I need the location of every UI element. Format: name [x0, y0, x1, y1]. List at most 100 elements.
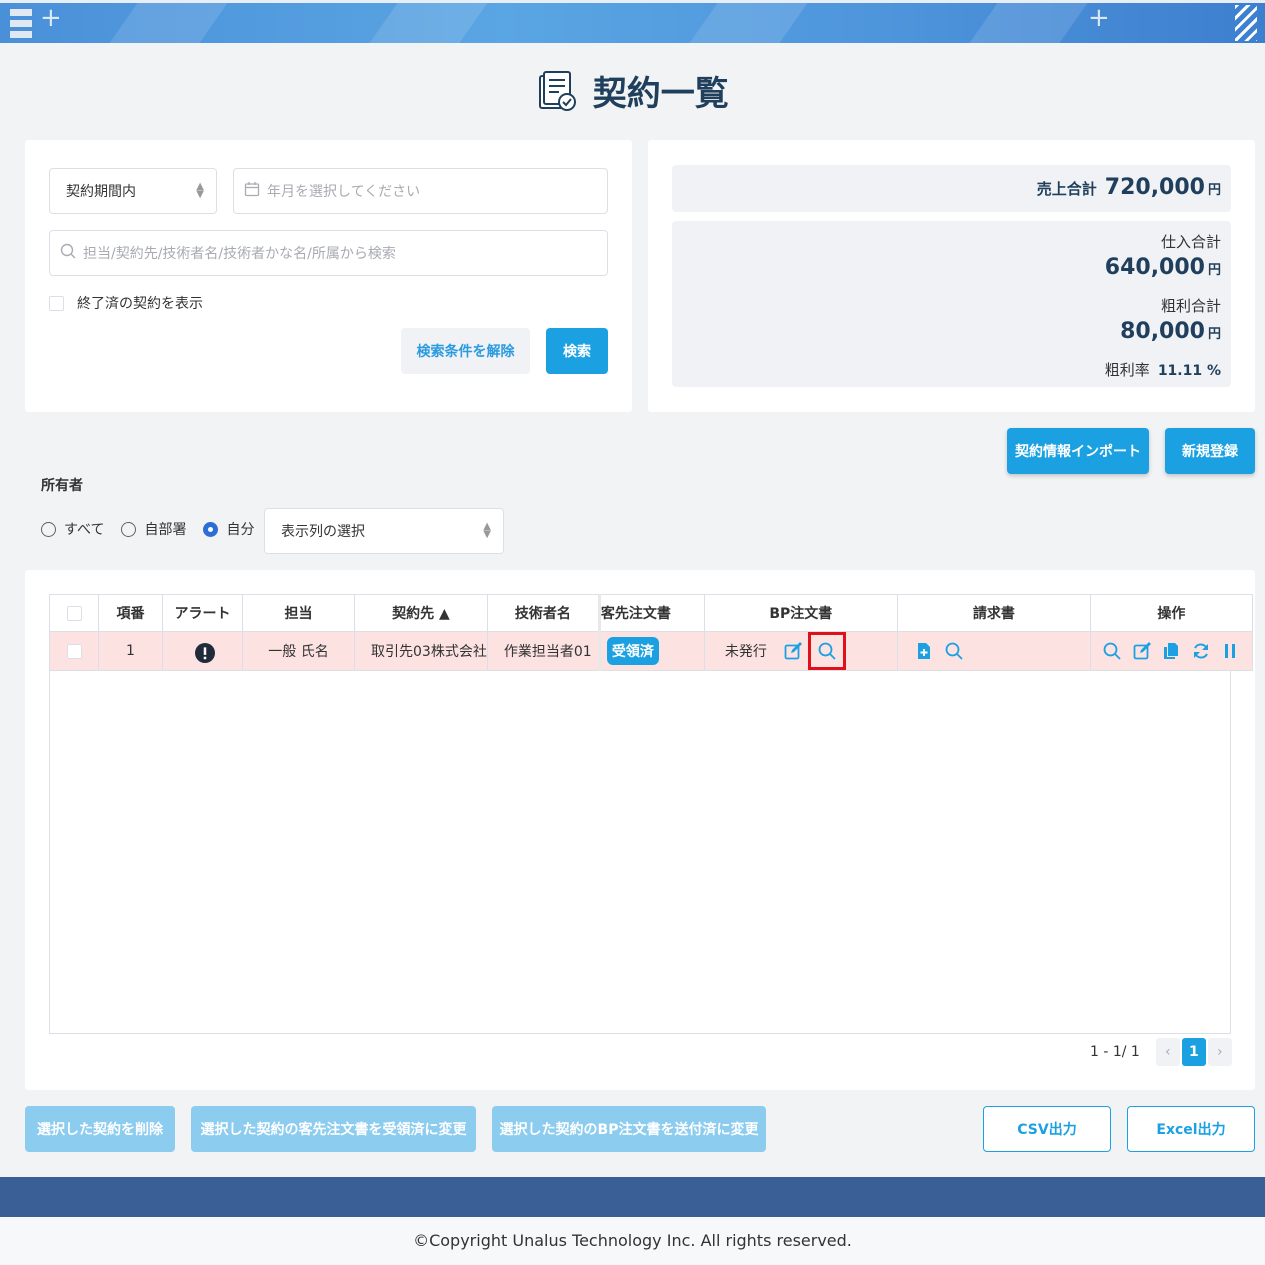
mark-received-button[interactable]: 選択した契約の客先注文書を受領済に変更	[191, 1106, 476, 1152]
col-header-owner[interactable]: 担当	[242, 594, 355, 632]
purchase-value: 640,000	[1104, 255, 1205, 280]
owner-label: 所有者	[41, 478, 83, 494]
sales-value: 720,000	[1104, 175, 1205, 200]
select-all-cell	[49, 594, 99, 632]
owner-option-label: 自分	[226, 522, 255, 538]
col-header-client[interactable]: 契約先 ▲	[354, 594, 488, 632]
col-header-operations: 操作	[1089, 594, 1253, 632]
pagination: 1 - 1/ 1 ‹ 1 ›	[1090, 1038, 1232, 1066]
delete-selected-button[interactable]: 選択した契約を削除	[25, 1106, 175, 1152]
search-icon[interactable]	[944, 641, 964, 661]
import-contracts-button[interactable]: 契約情報インポート	[1007, 428, 1149, 474]
chevron-updown-icon: ▲ ▼	[196, 181, 204, 200]
decor-hatch	[1235, 5, 1257, 41]
col-header-alert[interactable]: アラート	[162, 594, 243, 632]
month-placeholder: 年月を選択してください	[267, 184, 421, 200]
sales-unit: 円	[1207, 183, 1221, 198]
columns-select[interactable]: 表示列の選択 ▲ ▼	[264, 508, 504, 554]
owner-radio-department[interactable]: 自部署	[121, 519, 186, 539]
page-title: 契約一覧	[592, 74, 729, 114]
row-owner: 一般 氏名	[242, 631, 355, 671]
csv-export-button[interactable]: CSV出力	[983, 1106, 1111, 1152]
sales-label: 売上合計	[1036, 180, 1097, 198]
excel-export-button[interactable]: Excel出力	[1127, 1106, 1255, 1152]
table-header-row: 項番 アラート 担当 契約先 ▲ 技術者名 客先注文書 BP注文書 請求書 操作	[49, 594, 1253, 632]
page-1-button[interactable]: 1	[1181, 1038, 1206, 1066]
menu-icon[interactable]	[10, 9, 32, 39]
add-document-icon[interactable]	[914, 641, 934, 661]
col-header-bp-order[interactable]: BP注文書	[703, 594, 898, 632]
search-icon[interactable]	[817, 641, 837, 661]
pagination-range: 1 - 1/ 1	[1090, 1044, 1140, 1060]
row-select-cell	[49, 631, 99, 671]
copyright-footer: ©Copyright Unalus Technology Inc. All ri…	[0, 1217, 1265, 1265]
owner-option-label: すべて	[64, 522, 105, 538]
col-header-engineer[interactable]: 技術者名	[486, 594, 600, 632]
view-icon[interactable]	[1102, 641, 1122, 661]
new-contract-button[interactable]: 新規登録	[1165, 428, 1255, 474]
search-button[interactable]: 検索	[546, 328, 608, 374]
bp-order-view-highlight[interactable]	[807, 632, 846, 670]
owner-option-label: 自部署	[144, 522, 187, 538]
profit-unit: 円	[1207, 327, 1221, 342]
refresh-icon[interactable]	[1191, 641, 1211, 661]
profit-label: 粗利合計	[1160, 297, 1221, 315]
edit-icon[interactable]	[783, 641, 803, 661]
copy-icon[interactable]	[1161, 641, 1181, 661]
month-picker[interactable]: 年月を選択してください	[233, 168, 608, 214]
col-header-customer-order[interactable]: 客先注文書	[597, 594, 705, 632]
period-select[interactable]: 契約期間内 ▲ ▼	[49, 168, 217, 214]
search-panel: 契約期間内 ▲ ▼ 年月を選択してください 担当/契約先/技術者名/技術者かな名/…	[25, 140, 632, 412]
row-no: 1	[98, 631, 163, 671]
select-all-checkbox[interactable]	[66, 605, 82, 621]
show-finished-label: 終了済の契約を表示	[77, 296, 203, 312]
customer-order-status-badge[interactable]: 受領済	[606, 637, 659, 665]
invoice-cell	[896, 631, 1091, 671]
calendar-icon	[244, 181, 260, 201]
mark-sent-button[interactable]: 選択した契約のBP注文書を送付済に変更	[492, 1106, 766, 1152]
margin-label: 粗利率	[1104, 361, 1150, 379]
footer-band	[0, 1177, 1265, 1217]
chevron-updown-icon: ▲ ▼	[483, 521, 491, 540]
edit-icon[interactable]	[1132, 641, 1152, 661]
owner-radio-group: すべて 自部署 自分	[41, 519, 271, 539]
alert-icon	[194, 643, 215, 663]
purchase-unit: 円	[1207, 263, 1221, 278]
row-client: 取引先03株式会社	[354, 631, 488, 671]
contract-list-icon	[536, 70, 578, 112]
bp-order-cell: 未発行	[703, 631, 898, 671]
col-header-invoice[interactable]: 請求書	[896, 594, 1091, 632]
summary-panel: 売上合計 720,000 円 仕入合計 640,000 円 粗利合計 80,00…	[648, 140, 1255, 412]
show-finished-checkbox[interactable]	[49, 295, 64, 311]
pause-icon[interactable]	[1220, 641, 1240, 661]
search-input[interactable]: 担当/契約先/技術者名/技術者かな名/所属から検索	[49, 230, 608, 276]
cost-total-box: 仕入合計 640,000 円 粗利合計 80,000 円 粗利率 11.11 %	[672, 221, 1231, 387]
alert-cell	[162, 631, 243, 671]
top-header-bar: + +	[0, 0, 1265, 43]
decor-cross-icon: +	[40, 3, 62, 33]
prev-page-button[interactable]: ‹	[1155, 1038, 1180, 1066]
period-select-value: 契約期間内	[66, 184, 136, 200]
next-page-button[interactable]: ›	[1207, 1038, 1232, 1066]
contract-table: 項番 アラート 担当 契約先 ▲ 技術者名 客先注文書 BP注文書 請求書 操作…	[49, 594, 1253, 671]
page-header: 契約一覧	[0, 66, 1265, 115]
col-header-no[interactable]: 項番	[98, 594, 163, 632]
clear-filters-button[interactable]: 検索条件を解除	[401, 328, 530, 374]
purchase-label: 仕入合計	[1160, 233, 1221, 251]
sales-total-box: 売上合計 720,000 円	[672, 165, 1231, 212]
operations-cell	[1089, 631, 1253, 671]
table-row[interactable]: 1 一般 氏名 取引先03株式会社 作業担当者01 受領済 未発行	[49, 631, 1253, 671]
columns-select-value: 表示列の選択	[281, 524, 365, 540]
margin-value: 11.11 %	[1157, 363, 1221, 379]
bp-order-status: 未発行	[724, 644, 767, 660]
owner-radio-all[interactable]: すべて	[41, 519, 104, 539]
profit-value: 80,000	[1120, 319, 1205, 344]
row-engineer: 作業担当者01	[486, 631, 600, 671]
owner-radio-self[interactable]: 自分	[203, 519, 254, 539]
search-icon	[60, 243, 76, 263]
search-placeholder: 担当/契約先/技術者名/技術者かな名/所属から検索	[83, 246, 396, 262]
show-finished-option[interactable]: 終了済の契約を表示	[49, 293, 203, 313]
decor-cross-icon: +	[1088, 3, 1110, 33]
row-checkbox[interactable]	[66, 643, 82, 659]
customer-order-cell: 受領済	[597, 631, 705, 671]
